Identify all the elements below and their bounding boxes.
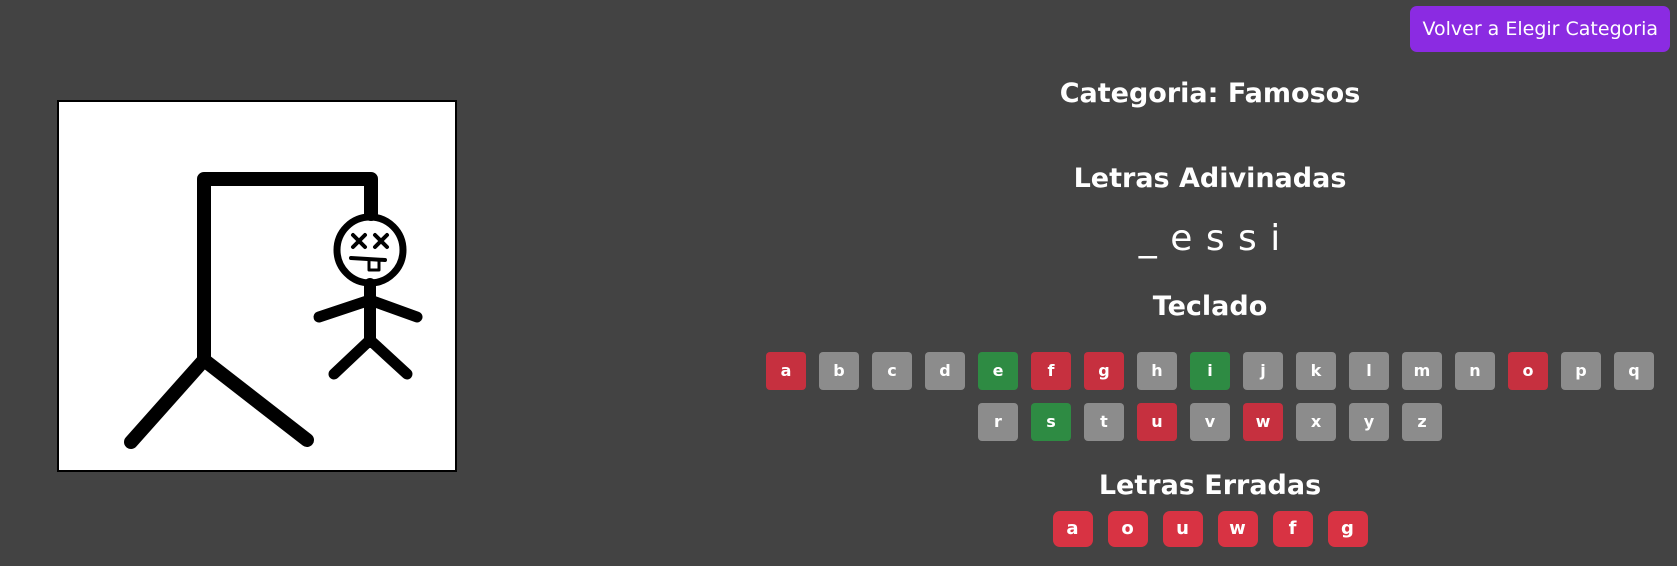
key-w[interactable]: w — [1243, 403, 1283, 441]
key-l[interactable]: l — [1349, 352, 1389, 390]
key-q[interactable]: q — [1614, 352, 1654, 390]
key-f[interactable]: f — [1031, 352, 1071, 390]
key-o[interactable]: o — [1508, 352, 1548, 390]
category-title: Categoria: Famosos — [1059, 78, 1361, 109]
key-e[interactable]: e — [978, 352, 1018, 390]
key-x[interactable]: x — [1296, 403, 1336, 441]
keyboard-title: Teclado — [1152, 291, 1268, 322]
key-n[interactable]: n — [1455, 352, 1495, 390]
key-t[interactable]: t — [1084, 403, 1124, 441]
key-i[interactable]: i — [1190, 352, 1230, 390]
key-b[interactable]: b — [819, 352, 859, 390]
wrong-letter-badge: o — [1107, 511, 1148, 547]
wrong-letter-badge: u — [1162, 511, 1203, 547]
hangman-image — [57, 100, 457, 472]
wrong-letter-badge: a — [1052, 511, 1093, 547]
keyboard-row-2: rstuvwxyz — [750, 403, 1670, 441]
key-p[interactable]: p — [1561, 352, 1601, 390]
key-s[interactable]: s — [1031, 403, 1071, 441]
key-v[interactable]: v — [1190, 403, 1230, 441]
key-d[interactable]: d — [925, 352, 965, 390]
key-m[interactable]: m — [1402, 352, 1442, 390]
key-c[interactable]: c — [872, 352, 912, 390]
wrong-letter-badge: w — [1217, 511, 1258, 547]
keyboard-row-1: abcdefghijklmnopq — [750, 352, 1670, 390]
key-r[interactable]: r — [978, 403, 1018, 441]
wrong-letters-list: aouwfg — [750, 511, 1670, 547]
wrong-letter-badge: f — [1272, 511, 1313, 547]
key-a[interactable]: a — [766, 352, 806, 390]
back-to-categories-button[interactable]: Volver a Elegir Categoria — [1410, 6, 1670, 52]
wrong-letters-title: Letras Erradas — [1098, 470, 1322, 501]
key-k[interactable]: k — [1296, 352, 1336, 390]
key-u[interactable]: u — [1137, 403, 1177, 441]
hangman-drawing-icon — [124, 172, 423, 449]
key-y[interactable]: y — [1349, 403, 1389, 441]
guessed-letters-title: Letras Adivinadas — [1073, 163, 1347, 194]
word-display: _ e s s i — [1138, 218, 1282, 259]
wrong-letter-badge: g — [1327, 511, 1368, 547]
key-z[interactable]: z — [1402, 403, 1442, 441]
key-j[interactable]: j — [1243, 352, 1283, 390]
key-h[interactable]: h — [1137, 352, 1177, 390]
key-g[interactable]: g — [1084, 352, 1124, 390]
